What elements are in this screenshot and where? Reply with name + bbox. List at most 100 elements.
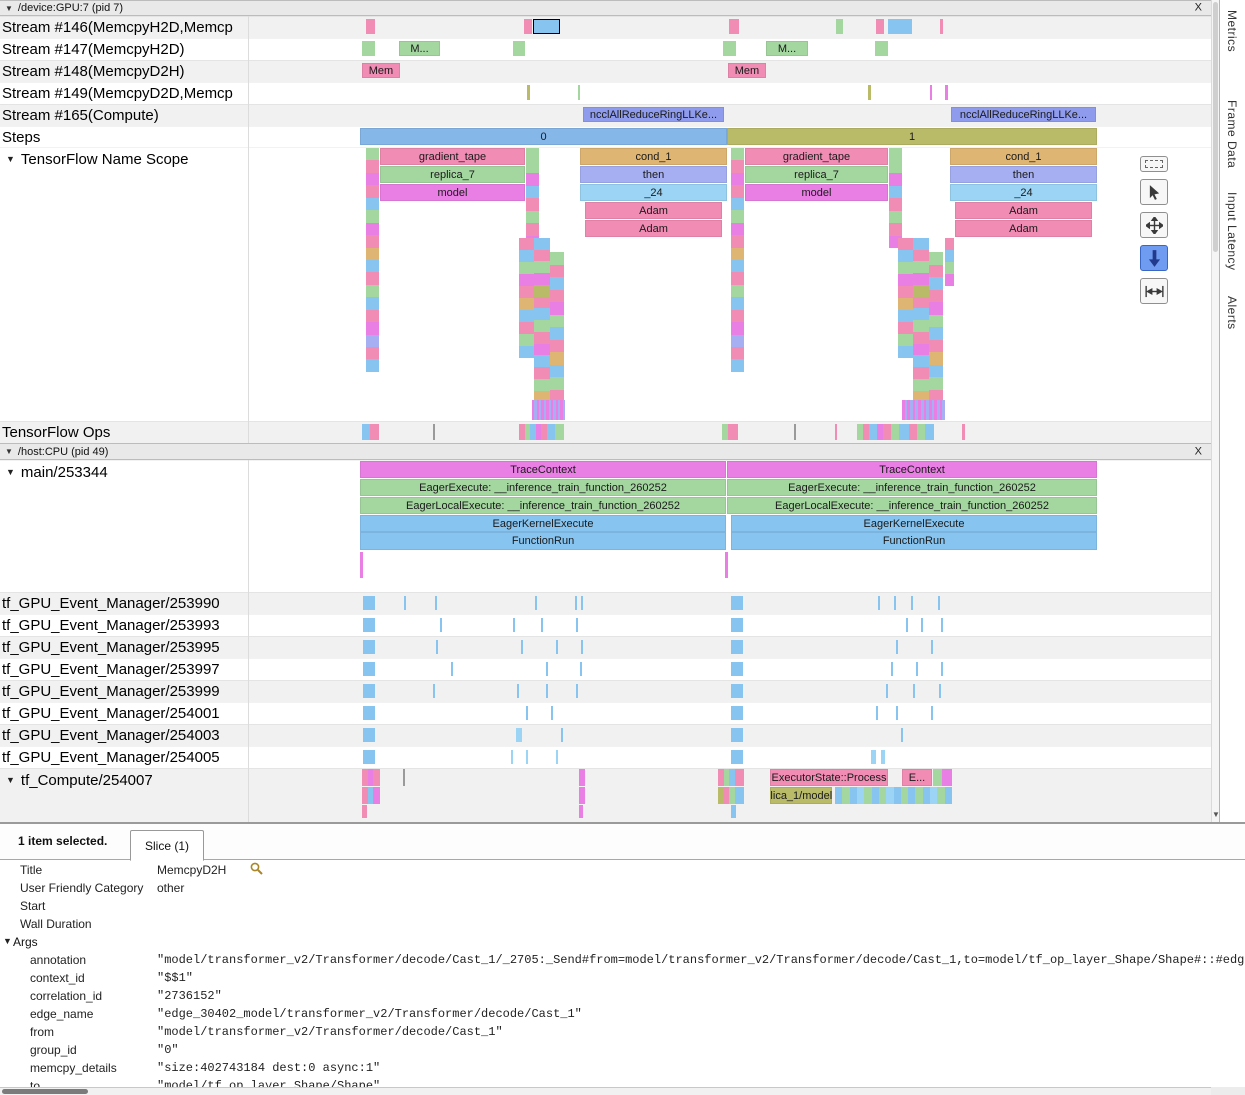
slice[interactable] [945,85,948,100]
track-label-tf-compute-254007[interactable]: ▼tf_Compute/254007 [2,769,153,791]
slice[interactable] [898,298,913,310]
slice[interactable] [366,185,379,197]
slice[interactable] [363,684,375,698]
timing-tool-button[interactable] [1140,278,1168,304]
slice[interactable] [366,297,379,309]
slice[interactable] [366,285,379,297]
slice[interactable] [551,706,553,720]
slice[interactable] [945,787,952,804]
slice[interactable] [923,787,930,804]
slice-then[interactable]: then [580,166,727,183]
slice[interactable] [962,424,965,440]
slice-e[interactable]: E... [902,769,932,786]
pan-tool-button[interactable] [1140,212,1168,238]
slice[interactable] [898,286,913,298]
slice[interactable] [731,260,744,272]
track-label-tensorflow-name-scope[interactable]: ▼TensorFlow Name Scope [2,148,189,170]
slice[interactable] [731,618,743,632]
slice[interactable] [929,290,943,303]
slice-executorstate-process[interactable]: ExecutorState::Process [770,769,888,786]
slice[interactable] [731,728,743,742]
slice[interactable] [579,805,583,818]
slice-stack[interactable] [366,148,379,372]
slice[interactable] [363,706,375,720]
slice[interactable] [533,19,560,34]
slice[interactable] [898,250,913,262]
slice[interactable] [731,596,743,610]
slice-then[interactable]: then [950,166,1097,183]
slice-cond-1[interactable]: cond_1 [580,148,727,165]
slice[interactable] [519,262,534,274]
slice[interactable] [373,769,380,786]
slice[interactable] [366,223,379,235]
slice[interactable] [731,223,744,235]
slice[interactable] [731,662,743,676]
slice[interactable] [835,424,837,440]
slice-stack[interactable] [889,148,902,248]
slice[interactable] [403,769,405,786]
vertical-scrollbar[interactable]: ▼ [1211,0,1219,822]
slice[interactable] [879,787,886,804]
slice[interactable] [534,250,550,262]
slice[interactable] [901,787,908,804]
slice[interactable] [888,19,912,34]
slice-model[interactable]: model [380,184,525,201]
slice-adam[interactable]: Adam [955,220,1092,237]
slice[interactable] [878,596,880,610]
slice[interactable] [731,750,743,764]
slice-functionrun[interactable]: FunctionRun [731,532,1097,550]
slice-replica-7[interactable]: replica_7 [380,166,525,183]
slice-stack[interactable] [519,238,534,358]
slice[interactable] [534,332,550,344]
slice[interactable] [550,352,564,365]
slice[interactable] [521,640,523,654]
slice[interactable] [731,198,744,210]
slice[interactable] [929,352,943,365]
slice[interactable] [913,344,929,356]
slice[interactable] [534,379,550,391]
slice[interactable] [731,173,744,185]
slice[interactable] [731,359,744,371]
slice[interactable] [556,640,558,654]
slice[interactable] [881,750,885,764]
slice[interactable] [366,235,379,247]
slice-stack[interactable] [835,787,952,804]
slice-stack[interactable] [526,148,539,248]
slice[interactable] [519,346,534,358]
slice[interactable] [519,286,534,298]
slice[interactable] [931,640,933,654]
slice[interactable] [913,367,929,379]
slice[interactable] [576,684,578,698]
slice[interactable] [534,355,550,367]
slice[interactable] [929,277,943,290]
slice[interactable] [941,618,943,632]
slice-m[interactable]: M... [399,41,440,56]
slice[interactable] [883,424,891,440]
slice[interactable] [534,297,550,309]
slice-eagerkernelexecute[interactable]: EagerKernelExecute [731,515,1097,532]
slice-m[interactable]: M... [766,41,808,56]
slice[interactable] [731,805,736,818]
slice[interactable] [731,684,743,698]
slice-1[interactable]: 1 [727,128,1097,145]
slice[interactable] [929,340,943,353]
slice[interactable] [513,41,525,56]
slice[interactable] [362,424,370,440]
slice[interactable] [731,235,744,247]
slice[interactable] [891,662,893,676]
slice[interactable] [519,334,534,346]
slice[interactable] [526,173,539,186]
slice[interactable] [581,640,583,654]
slice[interactable] [929,252,943,265]
slice[interactable] [916,662,918,676]
slice[interactable] [579,787,585,804]
slice[interactable] [898,262,913,274]
slice[interactable] [889,198,902,211]
slice[interactable] [363,618,375,632]
slice[interactable] [363,662,375,676]
slice-replica-1-model-t[interactable]: replica_1/model/t... [770,787,832,804]
slice[interactable] [363,640,375,654]
horizontal-scrollbar[interactable] [0,1087,1211,1095]
slice-0[interactable]: 0 [360,128,727,145]
slice-ncclallreduceringllke[interactable]: ncclAllReduceRingLLKe... [583,107,724,122]
